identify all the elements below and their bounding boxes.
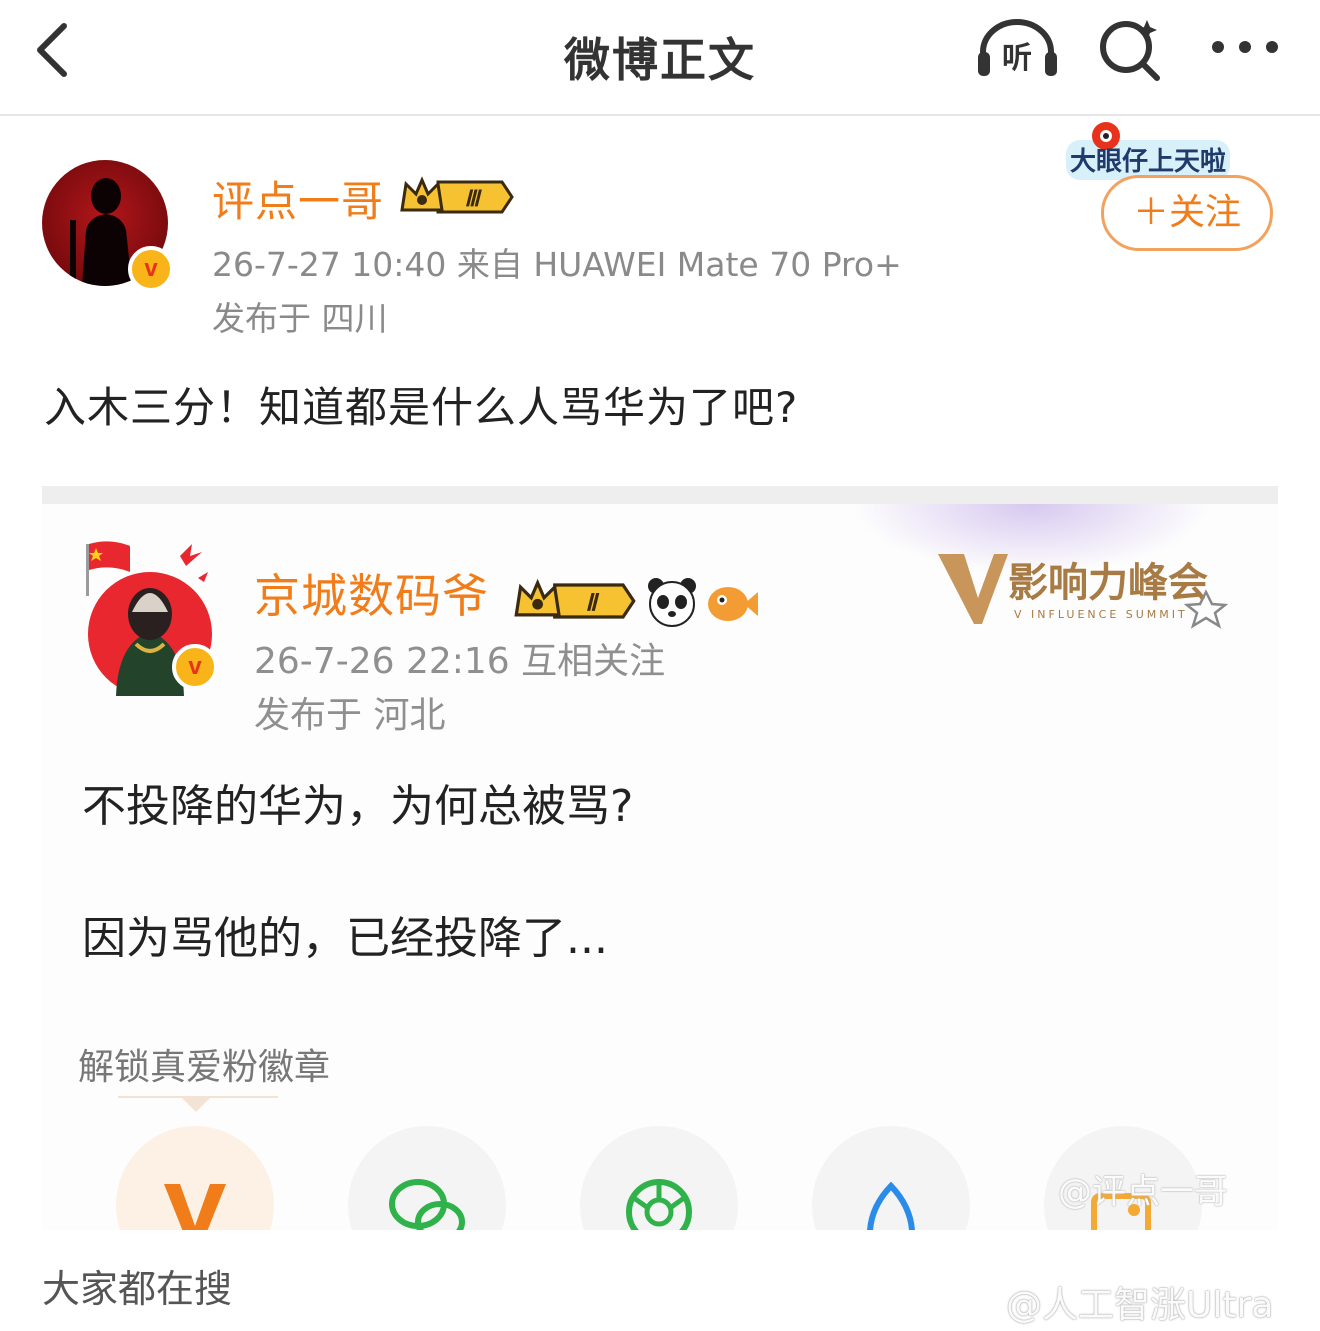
- verified-badge-icon: v: [172, 644, 218, 690]
- embed-unlock-fan-badge: 解锁真爱粉徽章: [78, 1047, 331, 1088]
- crown-level-badge-icon: Ⅲ: [400, 176, 514, 214]
- share-option-moments: [580, 1126, 738, 1230]
- embed-watermark: @评点一哥: [1058, 1172, 1228, 1212]
- embedded-image[interactable]: 影响力峰会 V INFLUENCE SUMMIT v 京城数码爷 Ⅱ 26-7-…: [42, 486, 1278, 1230]
- embed-location: 发布于 河北: [254, 695, 446, 736]
- panda-icon: [648, 578, 696, 627]
- promo-sticker-text: 大眼仔上天啦: [1070, 146, 1226, 177]
- embed-author-name: 京城数码爷: [254, 569, 489, 623]
- embed-text-line-1: 不投降的华为，为何总被骂?: [82, 781, 634, 832]
- post-body-text: 入木三分！知道都是什么人骂华为了吧?: [44, 383, 799, 432]
- crown-level-badge-icon: Ⅱ: [514, 578, 636, 619]
- qq-icon: [867, 1181, 915, 1230]
- embed-text-line-2: 因为骂他的，已经投降了...: [82, 913, 608, 964]
- search-button[interactable]: [1097, 16, 1163, 82]
- post-timestamp-source: 26-7-27 10:40 来自 HUAWEI Mate 70 Pro+: [212, 245, 902, 284]
- embed-timestamp: 26-7-26 22:16 互相关注: [254, 641, 666, 682]
- author-avatar[interactable]: v: [42, 160, 174, 292]
- author-name[interactable]: 评点一哥: [212, 168, 384, 229]
- summit-logo-text: 影响力峰会: [1008, 560, 1208, 606]
- listen-label: 听: [1002, 41, 1032, 76]
- v-icon: [164, 1184, 226, 1230]
- wechat-icon: [389, 1179, 465, 1230]
- more-dots-icon: [1212, 41, 1278, 53]
- share-option-v: [116, 1126, 274, 1230]
- share-option-qq: [812, 1126, 970, 1230]
- tab-caret-icon: [182, 1098, 210, 1112]
- verified-badge-icon: v: [128, 246, 174, 292]
- share-option-wechat: [348, 1126, 506, 1230]
- page-watermark: @人工智涨Ultra: [1006, 1285, 1274, 1326]
- listen-button[interactable]: 听: [975, 18, 1060, 80]
- moments-icon: [626, 1179, 692, 1230]
- post-location: 发布于 四川: [212, 299, 388, 338]
- fish-icon: [708, 587, 758, 621]
- top-nav-bar: 微博正文 听: [0, 0, 1320, 116]
- follow-button[interactable]: ＋关注: [1101, 175, 1273, 251]
- summit-logo-sub: V INFLUENCE SUMMIT: [1014, 608, 1188, 621]
- embed-author-avatar: v: [80, 534, 220, 706]
- headphones-icon: 听: [978, 19, 1057, 76]
- search-icon: [1100, 20, 1160, 81]
- more-button[interactable]: [1208, 30, 1282, 64]
- v-influence-summit-logo: 影响力峰会 V INFLUENCE SUMMIT: [938, 554, 1229, 629]
- trending-search-label: 大家都在搜: [42, 1267, 233, 1311]
